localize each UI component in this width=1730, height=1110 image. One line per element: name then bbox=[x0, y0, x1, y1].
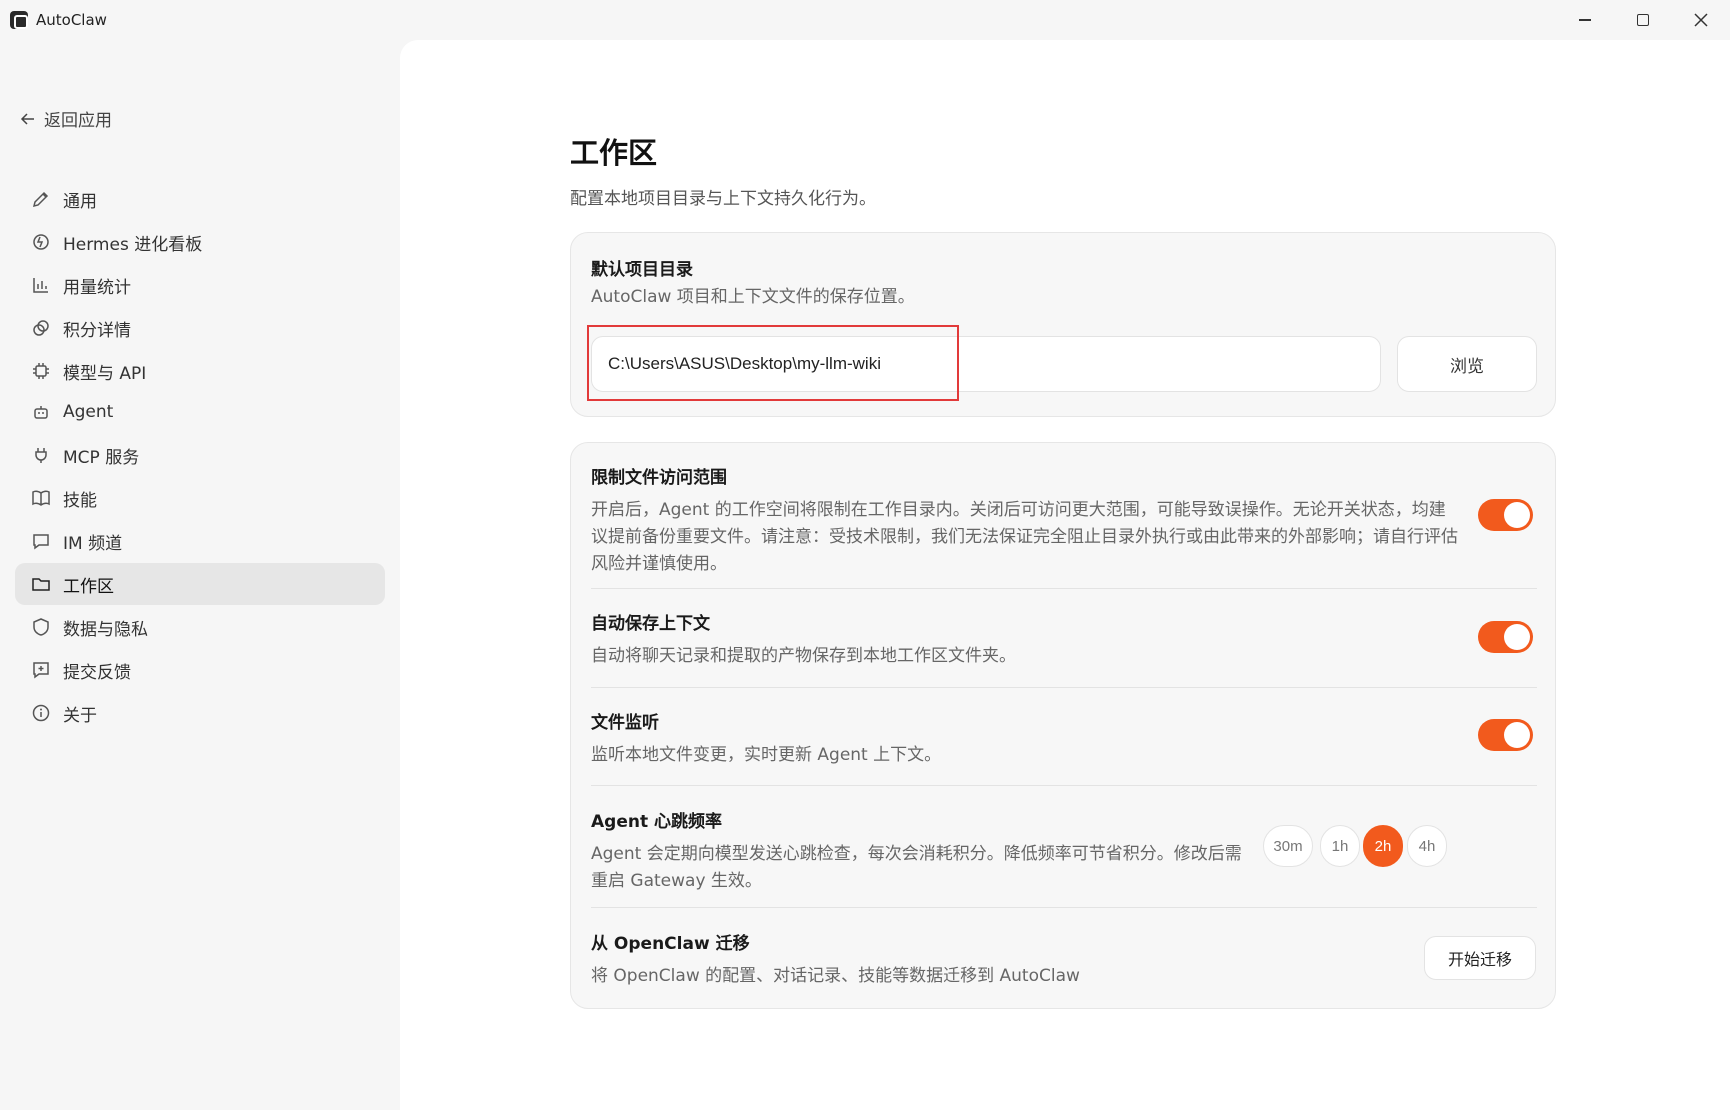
sidebar-item-im[interactable]: IM 频道 bbox=[15, 520, 385, 562]
close-button[interactable] bbox=[1672, 0, 1730, 40]
file-watch-desc: 监听本地文件变更，实时更新 Agent 上下文。 bbox=[591, 745, 942, 765]
file-watch-title: 文件监听 bbox=[591, 713, 659, 733]
restrict-access-desc: 开启后，Agent 的工作空间将限制在工作目录内。关闭后可访问更大范围，可能导致… bbox=[591, 500, 1458, 574]
default-dir-card: 默认项目目录 AutoClaw 项目和上下文文件的保存位置。 C:\Users\… bbox=[570, 232, 1556, 417]
title-bar: AutoClaw bbox=[0, 0, 1730, 40]
maximize-button[interactable] bbox=[1614, 0, 1672, 40]
close-icon bbox=[1694, 13, 1708, 27]
default-dir-desc: AutoClaw 项目和上下文文件的保存位置。 bbox=[591, 287, 915, 307]
sidebar-item-label: 工作区 bbox=[63, 576, 114, 597]
sidebar-item-about[interactable]: 关于 bbox=[15, 692, 385, 734]
sidebar-item-label: 技能 bbox=[63, 490, 97, 511]
shield-icon bbox=[33, 618, 49, 636]
auto-save-desc: 自动将聊天记录和提取的产物保存到本地工作区文件夹。 bbox=[591, 646, 1016, 666]
divider bbox=[591, 785, 1537, 786]
heartbeat-title: Agent 心跳频率 bbox=[591, 812, 723, 832]
heartbeat-option-2h[interactable]: 2h bbox=[1363, 825, 1403, 867]
sidebar-item-label: 模型与 API bbox=[63, 363, 147, 384]
feedback-icon bbox=[33, 662, 49, 679]
auto-save-title: 自动保存上下文 bbox=[591, 614, 710, 634]
sidebar-item-label: 用量统计 bbox=[63, 277, 131, 298]
app-title: AutoClaw bbox=[36, 11, 107, 29]
auto-save-toggle[interactable] bbox=[1478, 621, 1533, 653]
sidebar-item-feedback[interactable]: 提交反馈 bbox=[15, 649, 385, 691]
main-panel: 工作区 配置本地项目目录与上下文持久化行为。 默认项目目录 AutoClaw 项… bbox=[400, 40, 1730, 1110]
folder-icon bbox=[32, 578, 50, 591]
back-to-app-link[interactable]: 返回应用 bbox=[20, 106, 112, 131]
page-title: 工作区 bbox=[570, 136, 658, 170]
heartbeat-option-30m[interactable]: 30m bbox=[1263, 825, 1313, 867]
app-logo-icon bbox=[10, 11, 28, 29]
maximize-icon bbox=[1637, 14, 1649, 26]
sidebar-item-mcp[interactable]: MCP 服务 bbox=[15, 434, 385, 476]
divider bbox=[591, 907, 1537, 908]
sidebar-item-label: 关于 bbox=[63, 705, 97, 726]
sidebar-item-label: 提交反馈 bbox=[63, 662, 131, 683]
minimize-button[interactable] bbox=[1556, 0, 1614, 40]
default-dir-title: 默认项目目录 bbox=[591, 260, 693, 280]
sidebar-item-hermes[interactable]: Hermes 进化看板 bbox=[15, 221, 385, 263]
migrate-desc: 将 OpenClaw 的配置、对话记录、技能等数据迁移到 AutoClaw bbox=[591, 966, 1080, 986]
robot-icon bbox=[34, 406, 48, 419]
sidebar: 返回应用 通用 Hermes 进化看板 用量统计 积分详情 模型与 API Ag… bbox=[0, 40, 400, 1110]
sidebar-item-usage[interactable]: 用量统计 bbox=[15, 264, 385, 306]
heartbeat-option-4h[interactable]: 4h bbox=[1407, 825, 1447, 867]
chip-icon bbox=[33, 363, 49, 379]
chat-icon bbox=[33, 534, 49, 550]
sidebar-item-label: Agent bbox=[63, 402, 114, 422]
restrict-access-title: 限制文件访问范围 bbox=[591, 468, 727, 488]
project-dir-input[interactable]: C:\Users\ASUS\Desktop\my-llm-wiki bbox=[591, 336, 1381, 392]
minimize-icon bbox=[1579, 19, 1591, 21]
sidebar-item-general[interactable]: 通用 bbox=[15, 178, 385, 220]
sidebar-item-label: Hermes 进化看板 bbox=[63, 234, 203, 255]
plug-icon bbox=[35, 448, 47, 463]
book-icon bbox=[32, 490, 50, 506]
sidebar-item-label: 积分详情 bbox=[63, 320, 131, 341]
sidebar-item-agent[interactable]: Agent bbox=[15, 391, 385, 433]
info-icon bbox=[32, 704, 50, 722]
start-migration-button[interactable]: 开始迁移 bbox=[1424, 936, 1536, 980]
sidebar-item-workspace[interactable]: 工作区 bbox=[15, 563, 385, 605]
arrow-left-icon bbox=[20, 112, 34, 125]
pen-icon bbox=[32, 191, 49, 208]
migrate-title: 从 OpenClaw 迁移 bbox=[591, 934, 750, 954]
sidebar-item-label: 通用 bbox=[63, 191, 97, 212]
sidebar-item-privacy[interactable]: 数据与隐私 bbox=[15, 606, 385, 648]
sidebar-item-skills[interactable]: 技能 bbox=[15, 477, 385, 519]
evolution-icon bbox=[33, 234, 49, 250]
heartbeat-option-1h[interactable]: 1h bbox=[1320, 825, 1360, 867]
sidebar-item-label: MCP 服务 bbox=[63, 447, 140, 468]
coins-icon bbox=[33, 320, 49, 336]
workspace-settings-card: 限制文件访问范围 开启后，Agent 的工作空间将限制在工作目录内。关闭后可访问… bbox=[570, 442, 1556, 1009]
sidebar-item-models[interactable]: 模型与 API bbox=[15, 350, 385, 392]
back-label: 返回应用 bbox=[44, 111, 112, 131]
bar-chart-icon bbox=[33, 278, 48, 293]
file-watch-toggle[interactable] bbox=[1478, 719, 1533, 751]
heartbeat-desc: Agent 会定期向模型发送心跳检查，每次会消耗积分。降低频率可节省积分。修改后… bbox=[591, 844, 1242, 891]
sidebar-item-credits[interactable]: 积分详情 bbox=[15, 307, 385, 349]
divider bbox=[591, 588, 1537, 589]
divider bbox=[591, 687, 1537, 688]
restrict-access-toggle[interactable] bbox=[1478, 499, 1533, 531]
page-subtitle: 配置本地项目目录与上下文持久化行为。 bbox=[570, 189, 876, 209]
sidebar-item-label: IM 频道 bbox=[63, 533, 123, 554]
browse-button[interactable]: 浏览 bbox=[1397, 336, 1537, 392]
sidebar-item-label: 数据与隐私 bbox=[63, 619, 148, 640]
